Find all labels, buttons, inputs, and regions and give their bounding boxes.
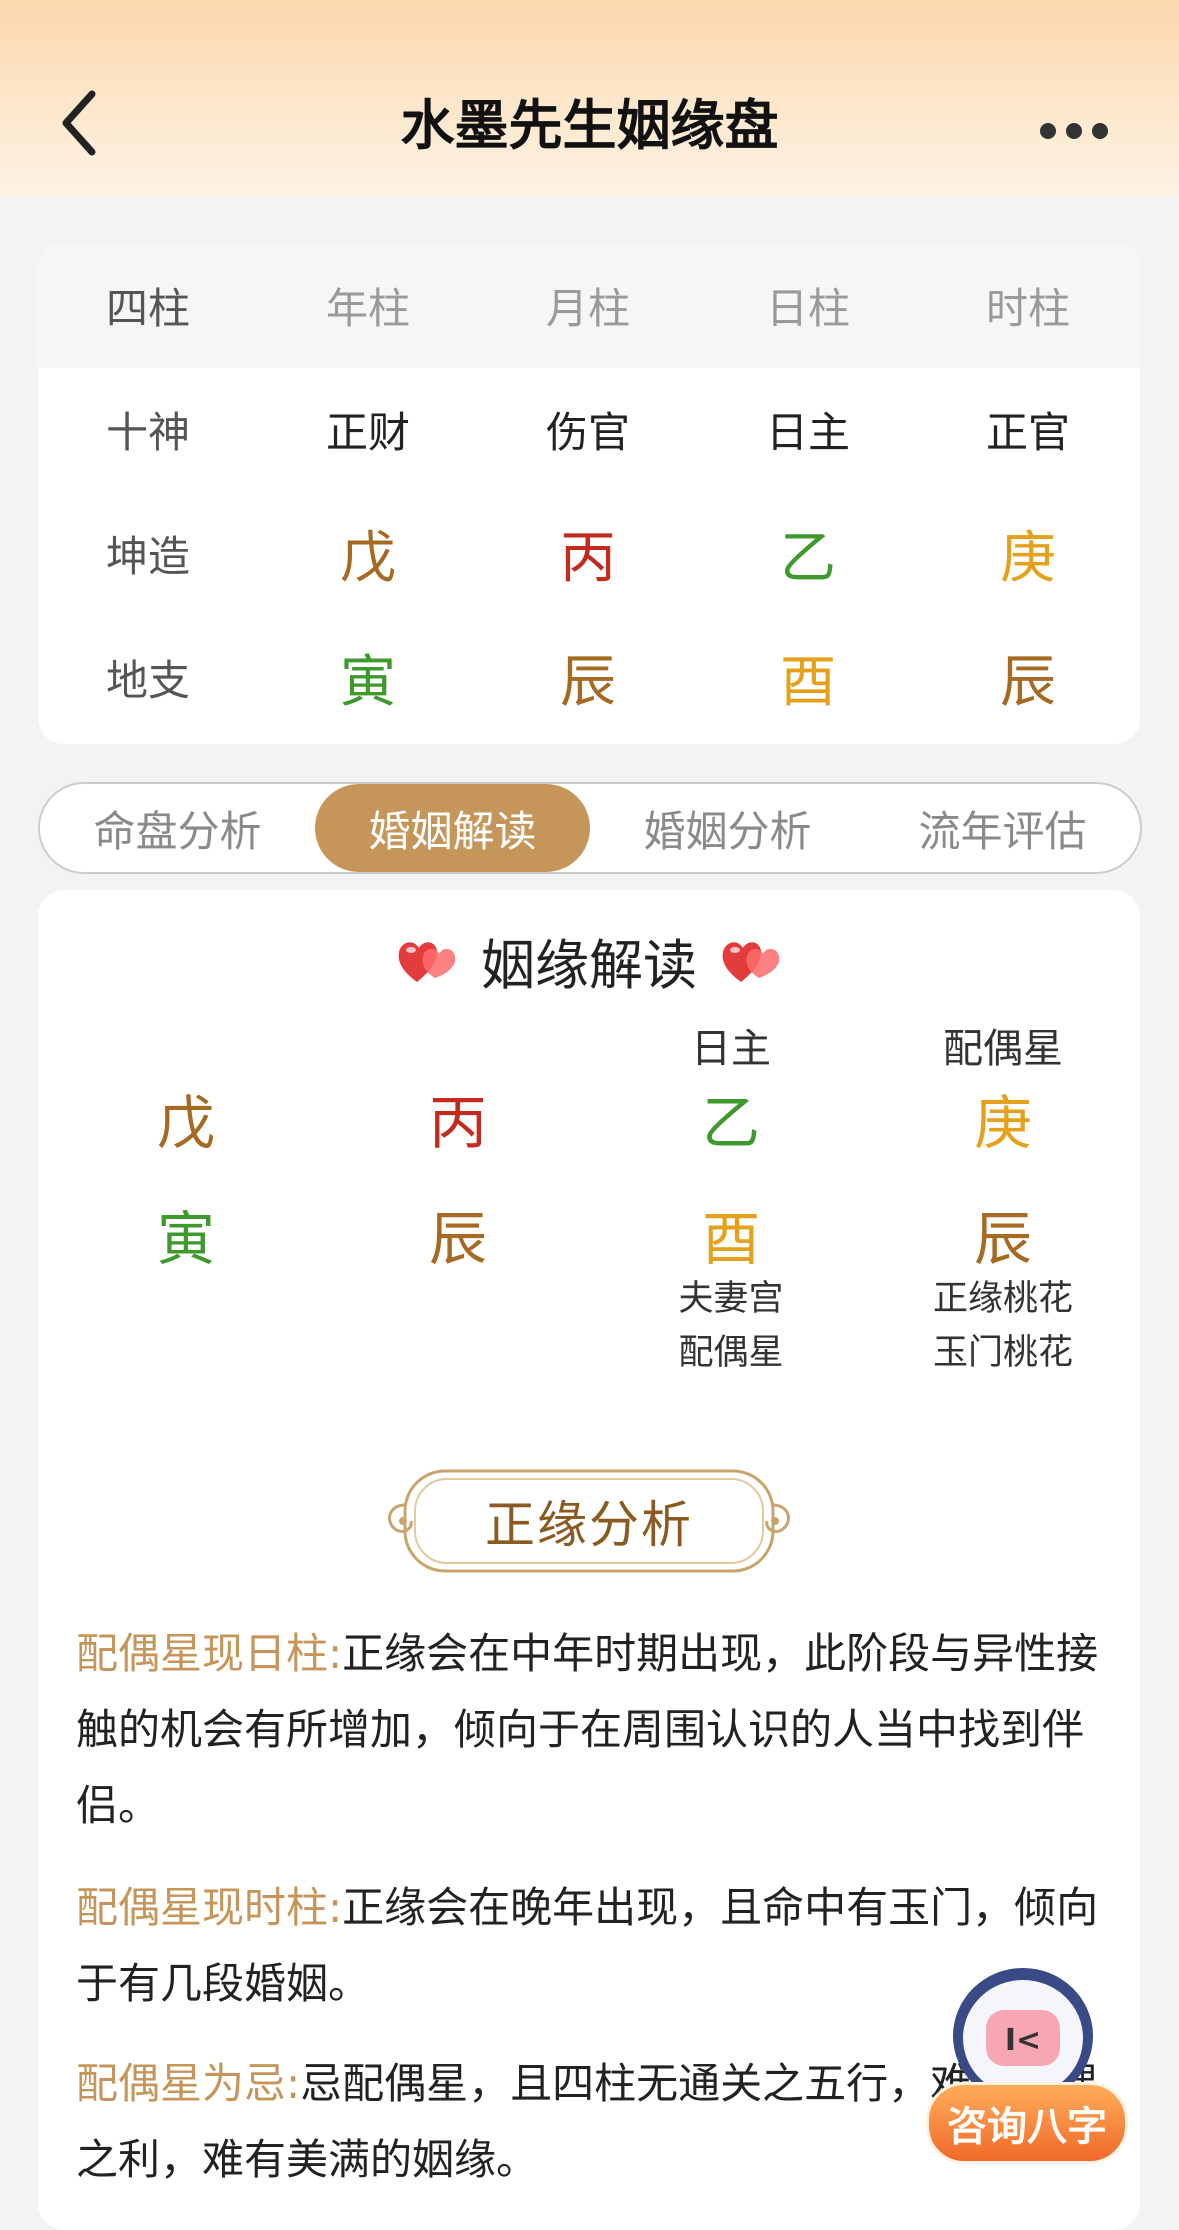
column-top-label: 配偶星: [943, 1026, 1063, 1072]
bazi-cell: 伤官: [545, 407, 630, 457]
bazi-chart-card: 四柱 年柱 月柱 日柱 时柱 十神 正财 伤官 日主 正官 坤造 戊 丙 乙 庚…: [38, 242, 1140, 744]
paragraph-label: 配偶星现时柱:: [76, 1883, 343, 1932]
column-header: 时柱: [985, 283, 1070, 333]
earthly-branch: 辰: [560, 649, 616, 715]
stem-char: 戊: [156, 1089, 215, 1157]
bazi-header-row: 四柱 年柱 月柱 日柱 时柱: [38, 242, 1140, 368]
row-label: 十神: [105, 407, 190, 457]
paragraph-label: 配偶星现日柱:: [76, 1629, 343, 1678]
branch-note: 配偶星: [678, 1333, 784, 1373]
earthly-branch: 辰: [1000, 649, 1056, 715]
svg-text:I<: I<: [1005, 2023, 1041, 2058]
section-title: 姻缘解读: [38, 920, 1140, 1000]
tab-marriage-analysis[interactable]: 婚姻分析: [590, 784, 865, 872]
row-label: 坤造: [105, 531, 190, 581]
badge-label: 正缘分析: [485, 1496, 693, 1554]
earthly-branch: 寅: [340, 649, 396, 715]
heavenly-stem: 庚: [1000, 525, 1056, 591]
heavenly-stem: 乙: [780, 525, 836, 591]
section-title-text: 姻缘解读: [481, 933, 697, 997]
branch-note: 玉门桃花: [932, 1333, 1073, 1373]
branch-char: 酉: [701, 1205, 760, 1273]
heavenly-stem: 戊: [340, 525, 396, 591]
branch-note: 夫妻宫: [678, 1279, 784, 1319]
row-label: 地支: [105, 655, 190, 705]
column-top-label: 日主: [691, 1026, 771, 1072]
column-header: 日柱: [765, 283, 850, 333]
bazi-cell: 正财: [325, 407, 410, 457]
earthly-branch: 酉: [780, 649, 836, 715]
heart-icon: [722, 942, 780, 982]
more-options-button[interactable]: [1040, 116, 1120, 146]
column-header: 月柱: [545, 283, 630, 333]
branch-char: 寅: [156, 1205, 215, 1273]
tab-mingpan[interactable]: 命盘分析: [40, 784, 315, 872]
stem-char: 丙: [428, 1089, 487, 1157]
consult-bazi-button[interactable]: I< 咨询八字: [918, 1958, 1128, 2166]
heart-icon: [398, 942, 456, 982]
more-icon: [1040, 123, 1056, 139]
analysis-tabs: 命盘分析 婚姻解读 婚姻分析 流年评估: [38, 782, 1142, 874]
tab-marriage-reading[interactable]: 婚姻解读: [315, 784, 590, 872]
column-header: 年柱: [325, 283, 410, 333]
tab-yearly-assessment[interactable]: 流年评估: [865, 784, 1140, 872]
analysis-paragraph: 配偶星现日柱:正缘会在中年时期出现，此阶段与异性接触的机会有所增加，倾向于在周围…: [76, 1616, 1116, 1844]
app-header: 水墨先生姻缘盘: [0, 0, 1179, 196]
bazi-cell: 日主: [765, 407, 850, 457]
column-header: 四柱: [105, 283, 190, 333]
stem-char: 庚: [973, 1089, 1032, 1157]
branch-note: 正缘桃花: [932, 1279, 1073, 1319]
bazi-cell: 正官: [985, 407, 1070, 457]
bazi-row-kunzao: 坤造 戊 丙 乙 庚: [38, 492, 1140, 614]
branch-char: 辰: [428, 1205, 487, 1273]
branch-char: 辰: [973, 1205, 1032, 1273]
paragraph-label: 配偶星为忌:: [76, 2059, 301, 2108]
bazi-row-dizhi: 地支 寅 辰 酉 辰: [38, 616, 1140, 738]
heavenly-stem: 丙: [560, 525, 616, 591]
stem-char: 乙: [701, 1089, 760, 1157]
page-title: 水墨先生姻缘盘: [400, 94, 779, 157]
bazi-row-shishen: 十神 正财 伤官 日主 正官: [38, 368, 1140, 490]
consult-bazi-label: 咨询八字: [926, 2082, 1128, 2164]
